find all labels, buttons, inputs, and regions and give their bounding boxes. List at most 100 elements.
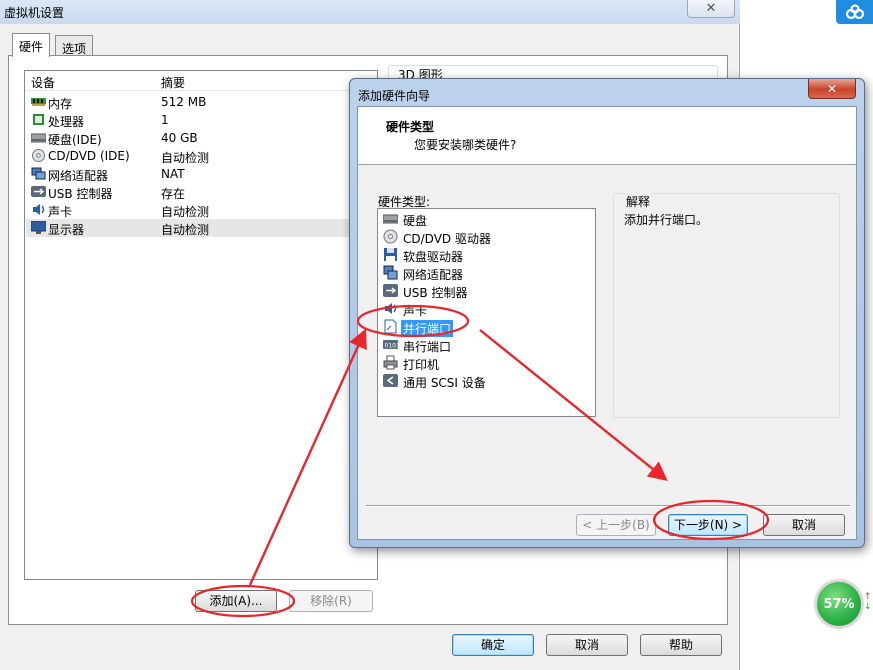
hw-item-printer[interactable]: 打印机: [381, 354, 591, 372]
dialog-title: 虚拟机设置: [4, 6, 65, 20]
device-name: 处理器: [48, 115, 85, 129]
upload-arrow-icon: ↑: [864, 592, 872, 602]
network-adapter-icon: [383, 265, 398, 280]
wizard-divider: [366, 505, 850, 507]
hw-item-label: 串行端口: [403, 340, 452, 354]
hw-item-parallel-port[interactable]: 并行端口: [381, 318, 591, 337]
hard-disk-icon: [31, 133, 46, 143]
tab-options[interactable]: 选项: [55, 35, 94, 57]
device-name: 显示器: [48, 223, 85, 237]
device-row-usb-controller[interactable]: USB 控制器 存在: [26, 183, 377, 201]
wizard-client-area: 硬件类型 您要安装哪类硬件? 硬件类型: 硬盘 CD/DVD 驱动器 软盘驱动器…: [357, 106, 857, 540]
next-button[interactable]: 下一步(N) >: [668, 514, 748, 536]
add-button[interactable]: 添加(A)...: [195, 590, 277, 612]
device-summary: 自动检测: [161, 223, 210, 237]
wizard-header-subtitle: 您要安装哪类硬件?: [414, 138, 517, 152]
device-row-network-adapter[interactable]: 网络适配器 NAT: [26, 165, 377, 183]
device-summary: 512 MB: [161, 95, 207, 109]
device-row-display[interactable]: 显示器 自动检测: [26, 219, 377, 237]
hw-item-scsi[interactable]: 通用 SCSI 设备: [381, 372, 591, 390]
close-button[interactable]: ✕: [687, 0, 735, 18]
device-row-sound-card[interactable]: 声卡 自动检测: [26, 201, 377, 219]
close-icon: ✕: [705, 1, 717, 16]
wizard-close-button[interactable]: ✕: [808, 79, 856, 99]
device-name: 内存: [48, 97, 73, 111]
ok-button[interactable]: 确定: [452, 634, 534, 656]
hw-item-sound-card[interactable]: 声卡: [381, 300, 591, 318]
hw-item-hard-disk[interactable]: 硬盘: [381, 210, 591, 228]
help-button[interactable]: 帮助: [640, 634, 722, 656]
wizard-title: 添加硬件向导: [358, 89, 431, 103]
hw-item-network-adapter[interactable]: 网络适配器: [381, 264, 591, 282]
network-adapter-icon: [31, 167, 46, 180]
hw-item-usb-controller[interactable]: USB 控制器: [381, 282, 591, 300]
device-row-memory[interactable]: 内存 512 MB: [26, 93, 377, 111]
download-arrow-icon: ↓: [864, 602, 872, 612]
tab-hardware[interactable]: 硬件: [12, 33, 51, 57]
hw-item-label: 软盘驱动器: [403, 250, 464, 264]
device-name: 硬盘(IDE): [48, 133, 102, 147]
device-name: USB 控制器: [48, 187, 113, 201]
cancel-button[interactable]: 取消: [546, 634, 628, 656]
device-list[interactable]: 设备 摘要 内存 512 MB 处理器 1 硬盘(IDE) 40 GB CD/D…: [24, 70, 378, 580]
back-button[interactable]: < 上一步(B): [576, 514, 656, 536]
sound-card-icon: [33, 204, 45, 215]
explanation-label: 解释: [624, 193, 653, 210]
device-name: 网络适配器: [48, 169, 109, 183]
device-summary: 40 GB: [161, 131, 198, 145]
device-name: 声卡: [48, 205, 73, 219]
hardware-type-list[interactable]: 硬盘 CD/DVD 驱动器 软盘驱动器 网络适配器 USB 控制器 声卡 并行端…: [377, 208, 596, 417]
parallel-port-icon: [384, 319, 397, 334]
floppy-icon: [384, 248, 397, 261]
device-list-header: 设备 摘要: [25, 71, 377, 91]
device-row-processor[interactable]: 处理器 1: [26, 111, 377, 129]
memory-icon: [31, 98, 46, 106]
hw-item-label: 硬盘: [403, 214, 428, 228]
column-header-device[interactable]: 设备: [31, 74, 55, 91]
hw-item-label: 并行端口: [401, 320, 454, 337]
display-icon: [31, 221, 46, 234]
column-header-summary[interactable]: 摘要: [161, 74, 185, 91]
explanation-text: 添加并行端口。: [624, 213, 709, 227]
cd-dvd-icon: [32, 149, 45, 162]
performance-gauge[interactable]: 57%: [815, 580, 863, 628]
usb-icon: [31, 186, 46, 197]
hw-item-label: 声卡: [403, 304, 428, 318]
hw-item-serial-port[interactable]: 0101 串行端口: [381, 336, 591, 354]
device-summary: NAT: [161, 167, 185, 181]
add-hardware-wizard: 添加硬件向导 ✕ 硬件类型 您要安装哪类硬件? 硬件类型: 硬盘 CD/DVD …: [349, 78, 865, 548]
svg-text:0101: 0101: [385, 343, 399, 350]
hw-item-label: CD/DVD 驱动器: [403, 232, 491, 246]
remove-button[interactable]: 移除(R): [289, 590, 373, 612]
scsi-icon: [383, 374, 398, 387]
hw-item-label: 打印机: [403, 358, 440, 372]
close-icon: ✕: [826, 81, 838, 96]
hard-disk-icon: [383, 214, 398, 224]
serial-port-icon: 0101: [383, 340, 399, 350]
device-summary: 自动检测: [161, 205, 210, 219]
hw-item-label: USB 控制器: [403, 286, 468, 300]
printer-icon: [383, 355, 398, 370]
hw-item-label: 通用 SCSI 设备: [403, 376, 486, 390]
tab-label: 选项: [62, 42, 87, 56]
usb-icon: [383, 284, 398, 297]
device-row-cd-dvd[interactable]: CD/DVD (IDE) 自动检测: [26, 147, 377, 165]
wizard-cancel-button[interactable]: 取消: [763, 514, 845, 536]
sound-card-icon: [385, 303, 397, 314]
wizard-header: 硬件类型 您要安装哪类硬件?: [358, 107, 856, 165]
device-summary: 1: [161, 113, 169, 127]
device-summary: 存在: [161, 187, 186, 201]
processor-icon: [33, 114, 44, 125]
hw-item-floppy[interactable]: 软盘驱动器: [381, 246, 591, 264]
cloud-icon[interactable]: [836, 0, 873, 24]
device-summary: 自动检测: [161, 151, 210, 165]
title-bar: 虚拟机设置 ✕: [0, 0, 740, 24]
network-speed-indicator: ↑ ↓: [864, 592, 872, 612]
hw-item-cd-dvd[interactable]: CD/DVD 驱动器: [381, 228, 591, 246]
cd-dvd-icon: [383, 229, 398, 244]
tab-label: 硬件: [19, 40, 44, 54]
device-row-hard-disk[interactable]: 硬盘(IDE) 40 GB: [26, 129, 377, 147]
gauge-percent: 57%: [823, 596, 855, 612]
wizard-header-title: 硬件类型: [386, 120, 435, 134]
hw-item-label: 网络适配器: [403, 268, 464, 282]
